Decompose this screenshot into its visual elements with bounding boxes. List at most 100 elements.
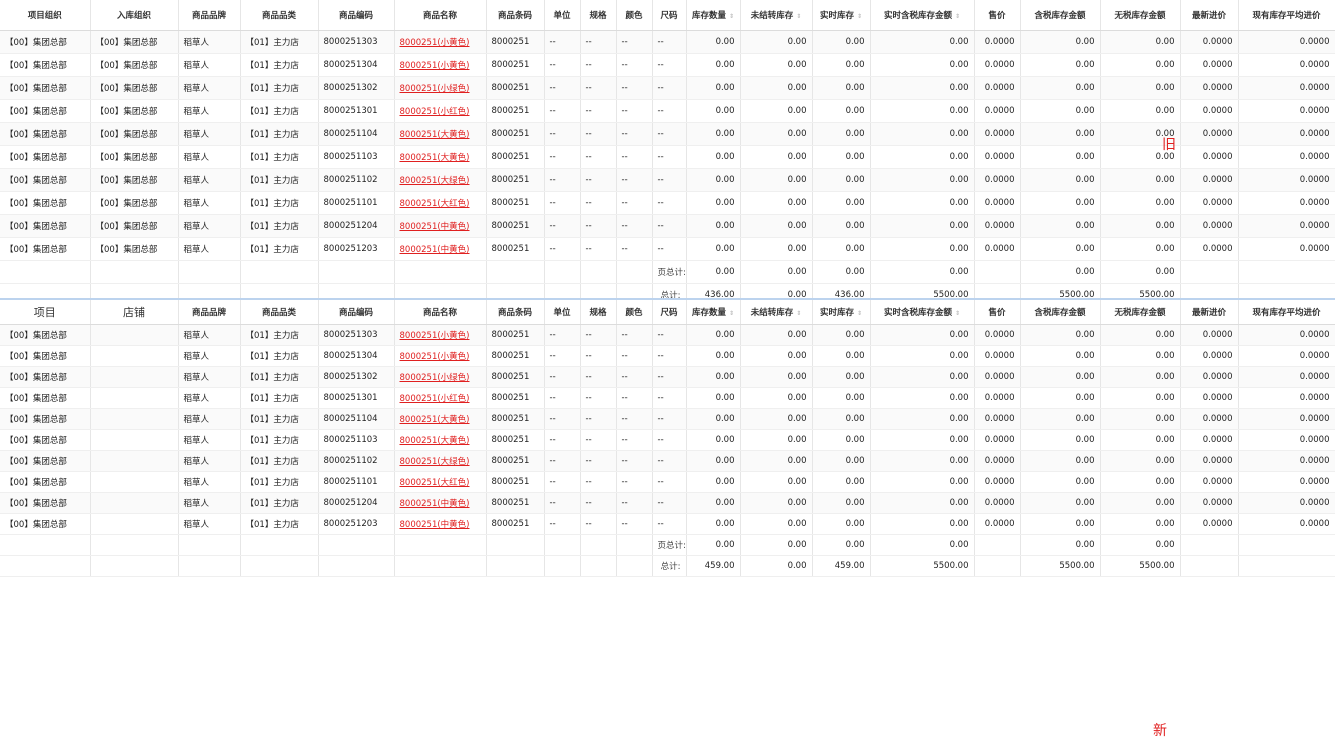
table-cell xyxy=(90,408,179,430)
column-header-label: 店铺 xyxy=(123,306,145,319)
table-cell: 0.0000 xyxy=(1180,53,1239,77)
table-cell: 8000251203 xyxy=(318,513,395,535)
table-row[interactable]: 【00】集团总部 稻草人 【01】主力店 8000251301 8000251(小红色)… xyxy=(0,387,1335,409)
product-name-link[interactable]: 8000251(小绿色) xyxy=(394,76,487,100)
sort-icon[interactable]: ⇕ xyxy=(955,13,960,20)
product-name-link[interactable]: 8000251(大红色) xyxy=(394,471,487,493)
column-header-label: 尺码 xyxy=(660,11,678,21)
table-row[interactable]: 【00】集团总部 稻草人 【01】主力店 8000251103 8000251(大黄色)… xyxy=(0,429,1335,451)
product-name-link[interactable]: 8000251(小黄色) xyxy=(394,324,487,346)
sort-icon[interactable]: ⇕ xyxy=(857,13,862,20)
product-name-link[interactable]: 8000251(大红色) xyxy=(394,191,487,215)
column-header[interactable]: 未结转库存 ⇕ xyxy=(740,300,813,325)
table-row[interactable]: 【00】集团总部 稻草人 【01】主力店 8000251101 8000251(大红色)… xyxy=(0,471,1335,493)
product-name-link[interactable]: 8000251(大黄色) xyxy=(394,408,487,430)
table-row[interactable]: 【00】集团总部 稻草人 【01】主力店 8000251102 8000251(大绿色)… xyxy=(0,450,1335,472)
table-row[interactable]: 【00】集团总部 稻草人 【01】主力店 8000251104 8000251(大黄色)… xyxy=(0,408,1335,430)
table-cell: -- xyxy=(652,53,687,77)
product-name-link[interactable]: 8000251(小红色) xyxy=(394,99,487,123)
column-header[interactable]: 库存数量 ⇕ xyxy=(686,300,741,325)
table-cell: 0.0000 xyxy=(974,168,1021,192)
sort-icon[interactable]: ⇕ xyxy=(796,310,801,317)
table-cell: 0.0000 xyxy=(974,366,1021,388)
product-name-link[interactable]: 8000251(中黄色) xyxy=(394,513,487,535)
table-cell: 0.00 xyxy=(870,53,975,77)
column-header[interactable]: 库存数量 ⇕ xyxy=(686,0,741,31)
product-name-link[interactable]: 8000251(中黄色) xyxy=(394,492,487,514)
table-cell: -- xyxy=(544,429,581,451)
table-cell: 0.0000 xyxy=(1238,99,1335,123)
empty-cell xyxy=(580,555,617,577)
product-name-link[interactable]: 8000251(大绿色) xyxy=(394,168,487,192)
table-cell xyxy=(90,429,179,451)
table-cell: 0.00 xyxy=(1020,168,1101,192)
column-header[interactable]: 实时含税库存金额 ⇕ xyxy=(870,0,975,31)
table-row[interactable]: 【00】集团总部 稻草人 【01】主力店 8000251304 8000251(小黄色)… xyxy=(0,345,1335,367)
table-row[interactable]: 【00】集团总部 【00】集团总部 稻草人 【01】主力店 8000251304 8000… xyxy=(0,53,1335,77)
table-cell: 0.0000 xyxy=(1238,471,1335,493)
table-cell: -- xyxy=(616,513,653,535)
table-cell: 0.00 xyxy=(812,429,871,451)
table-cell: 0.00 xyxy=(1020,513,1101,535)
table-cell: 0.00 xyxy=(686,429,741,451)
table-cell: 0.0000 xyxy=(1180,345,1239,367)
table-cell: 【00】集团总部 xyxy=(90,30,179,54)
table-row[interactable]: 【00】集团总部 【00】集团总部 稻草人 【01】主力店 8000251103 8000… xyxy=(0,145,1335,169)
table-row[interactable]: 【00】集团总部 稻草人 【01】主力店 8000251203 8000251(中黄色)… xyxy=(0,513,1335,535)
product-name-link[interactable]: 8000251(大黄色) xyxy=(394,122,487,146)
table-row[interactable]: 【00】集团总部 稻草人 【01】主力店 8000251303 8000251(小黄色)… xyxy=(0,324,1335,346)
column-header[interactable]: 未结转库存 ⇕ xyxy=(740,0,813,31)
table-row[interactable]: 【00】集团总部 【00】集团总部 稻草人 【01】主力店 8000251104 8000… xyxy=(0,122,1335,146)
sort-icon[interactable]: ⇕ xyxy=(857,310,862,317)
table-cell: 【00】集团总部 xyxy=(0,387,91,409)
table-row[interactable]: 【00】集团总部 【00】集团总部 稻草人 【01】主力店 8000251303 8000… xyxy=(0,30,1335,54)
table-row[interactable]: 【00】集团总部 【00】集团总部 稻草人 【01】主力店 8000251204 8000… xyxy=(0,214,1335,238)
table-row[interactable]: 【00】集团总部 【00】集团总部 稻草人 【01】主力店 8000251203 8000… xyxy=(0,237,1335,261)
table-cell: 0.00 xyxy=(1100,76,1181,100)
product-name-link[interactable]: 8000251(中黄色) xyxy=(394,214,487,238)
column-header: 单位 xyxy=(544,0,581,31)
table-cell: -- xyxy=(544,471,581,493)
table-cell: -- xyxy=(652,30,687,54)
sort-icon[interactable]: ⇕ xyxy=(796,13,801,20)
column-header[interactable]: 实时含税库存金额 ⇕ xyxy=(870,300,975,325)
product-name-link[interactable]: 8000251(小红色) xyxy=(394,387,487,409)
column-header-label: 商品条码 xyxy=(497,308,532,318)
column-header-label: 现有库存平均进价 xyxy=(1252,11,1321,21)
product-name-link[interactable]: 8000251(小黄色) xyxy=(394,53,487,77)
product-name-link[interactable]: 8000251(中黄色) xyxy=(394,237,487,261)
product-name-link[interactable]: 8000251(小绿色) xyxy=(394,366,487,388)
table-row[interactable]: 【00】集团总部 【00】集团总部 稻草人 【01】主力店 8000251102 8000… xyxy=(0,168,1335,192)
table-cell: 【01】主力店 xyxy=(240,345,319,367)
table-cell: 0.00 xyxy=(740,30,813,54)
table-row[interactable]: 【00】集团总部 【00】集团总部 稻草人 【01】主力店 8000251301 8000… xyxy=(0,99,1335,123)
sort-icon[interactable]: ⇕ xyxy=(729,13,734,20)
table-cell: 0.00 xyxy=(1100,53,1181,77)
table-cell: 稻草人 xyxy=(178,366,241,388)
sort-icon[interactable]: ⇕ xyxy=(729,310,734,317)
table-cell: 0.0000 xyxy=(1238,237,1335,261)
table-row[interactable]: 【00】集团总部 稻草人 【01】主力店 8000251302 8000251(小绿色)… xyxy=(0,366,1335,388)
column-header-label: 颜色 xyxy=(625,308,643,318)
table-cell: 【00】集团总部 xyxy=(90,145,179,169)
product-name-link[interactable]: 8000251(大绿色) xyxy=(394,450,487,472)
table-cell: 0.00 xyxy=(1020,237,1101,261)
product-name-link[interactable]: 8000251(大黄色) xyxy=(394,145,487,169)
table-cell: 0.00 xyxy=(812,191,871,215)
table-row[interactable]: 【00】集团总部 稻草人 【01】主力店 8000251204 8000251(中黄色)… xyxy=(0,492,1335,514)
table-cell: -- xyxy=(544,168,581,192)
product-name-link[interactable]: 8000251(小黄色) xyxy=(394,345,487,367)
table-cell: 稻草人 xyxy=(178,53,241,77)
product-name-link[interactable]: 8000251(小黄色) xyxy=(394,30,487,54)
sort-icon[interactable]: ⇕ xyxy=(955,310,960,317)
column-header-label: 项目 xyxy=(33,306,56,319)
column-header[interactable]: 实时库存 ⇕ xyxy=(812,300,871,325)
table-cell: 0.0000 xyxy=(1238,324,1335,346)
empty-cell xyxy=(178,260,241,284)
product-name-link[interactable]: 8000251(大黄色) xyxy=(394,429,487,451)
table-row[interactable]: 【00】集团总部 【00】集团总部 稻草人 【01】主力店 8000251302 8000… xyxy=(0,76,1335,100)
column-header[interactable]: 实时库存 ⇕ xyxy=(812,0,871,31)
table-cell: 0.00 xyxy=(686,214,741,238)
table-row[interactable]: 【00】集团总部 【00】集团总部 稻草人 【01】主力店 8000251101 8000… xyxy=(0,191,1335,215)
table-cell: 8000251301 xyxy=(318,99,395,123)
